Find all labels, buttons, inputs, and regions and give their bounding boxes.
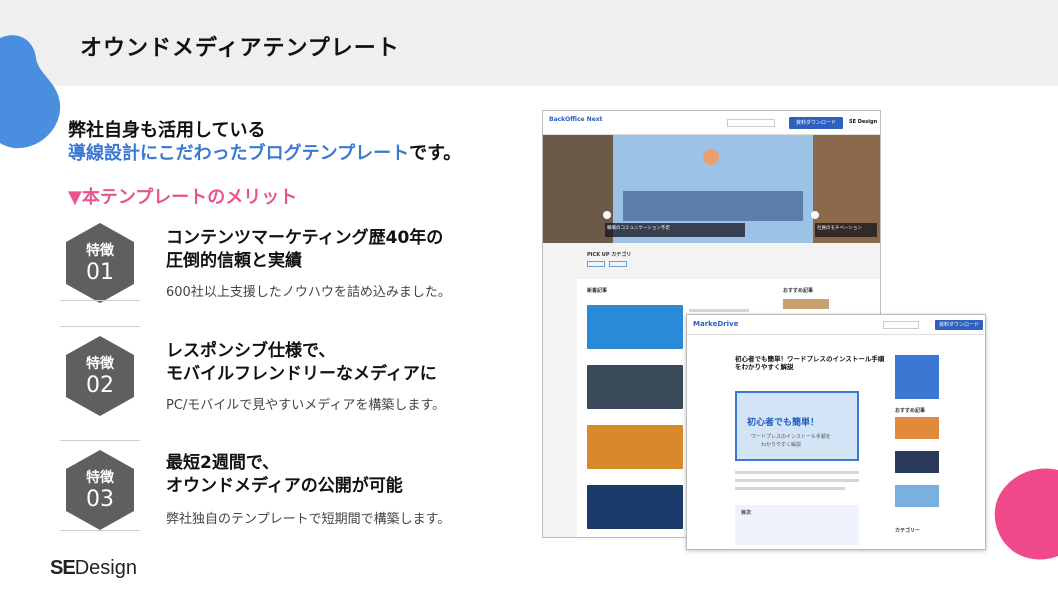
category-heading: カテゴリー	[895, 528, 921, 534]
badge-label: 特徴	[86, 470, 114, 486]
lead-suffix: です。	[409, 143, 462, 164]
feature-title-line1: レスポンシブ仕様で、	[166, 341, 336, 361]
article-thumbnail[interactable]	[587, 365, 683, 409]
recommended-thumbnail[interactable]	[783, 299, 829, 309]
search-input[interactable]	[727, 119, 775, 127]
banner-subtitle: ワードプレスのインストール手順を	[751, 434, 831, 440]
brand-logo: SE Design	[849, 119, 878, 125]
pickup-heading: PICK UP カテゴリ	[587, 252, 632, 258]
feature-title-line2: モバイルフレンドリーなメディアに	[166, 364, 437, 384]
toc-heading: 目次	[741, 510, 752, 516]
logo-light: Design	[74, 557, 137, 579]
feature-badge-02: 特徴 02	[64, 336, 136, 416]
badge-number: 02	[86, 373, 114, 398]
site-header: BackOffice Next 資料ダウンロード SE Design	[543, 111, 880, 135]
sidebar-thumbnail[interactable]	[895, 451, 939, 473]
page-title: オウンドメディアテンプレート	[80, 36, 400, 61]
feature-description: 600社以上支援したノウハウを詰め込みました。	[166, 285, 451, 300]
feature-divider	[60, 326, 140, 327]
carousel-next-button[interactable]	[811, 211, 819, 219]
article-thumbnail[interactable]	[587, 305, 683, 349]
sidebar-heading: おすすめ記事	[895, 408, 926, 414]
blue-blob-decoration	[0, 35, 61, 149]
body-text-line	[735, 487, 845, 490]
pink-blob-decoration	[994, 468, 1058, 560]
feature-divider	[60, 300, 140, 301]
article-thumbnail[interactable]	[587, 425, 683, 469]
feature-description: 弊社独自のテンプレートで短期間で構築します。	[166, 512, 451, 527]
banner-title: 初心者でも簡単！	[747, 418, 820, 428]
feature-divider	[60, 440, 140, 441]
body-text-line	[735, 471, 859, 474]
sidebar-thumbnail[interactable]	[895, 485, 939, 507]
article-banner: 初心者でも簡単！ ワードプレスのインストール手順を わかりやすく解説	[735, 391, 859, 461]
article-title: 初心者でも簡単！ワードプレスのインストール手順をわかりやすく解説	[735, 355, 885, 371]
search-input[interactable]	[883, 321, 919, 329]
hero-carousel: 職場のコミュニケーション不足 社員のモチベーション	[543, 135, 880, 243]
category-chip[interactable]	[587, 261, 605, 267]
feature-title-line2: 圧倒的信頼と実績	[166, 251, 302, 271]
hero-image-left	[543, 135, 613, 243]
carousel-prev-button[interactable]	[603, 211, 611, 219]
article-title-line	[689, 309, 749, 312]
lead-highlight: 導線設計にこだわったブログテンプレート	[68, 143, 410, 164]
site-header: MarkeDrive 資料ダウンロード	[687, 315, 985, 335]
banner-subtitle: わかりやすく解説	[761, 442, 802, 448]
hero-desk-illustration	[623, 191, 803, 221]
feature-title-line1: 最短2週間で、	[166, 453, 280, 473]
badge-label: 特徴	[86, 356, 114, 372]
template-screenshot-article: MarkeDrive 資料ダウンロード 初心者でも簡単！ワードプレスのインストー…	[686, 314, 986, 550]
hero-caption[interactable]: 職場のコミュニケーション不足	[605, 223, 745, 237]
badge-number: 01	[86, 260, 114, 285]
new-articles-heading: 新着記事	[587, 288, 608, 294]
body-text-line	[735, 479, 859, 482]
site-logo: MarkeDrive	[693, 320, 739, 328]
feature-title-line1: コンテンツマーケティング歴40年の	[166, 228, 444, 248]
feature-badge-03: 特徴 03	[64, 450, 136, 530]
category-chip[interactable]	[609, 261, 627, 267]
recommended-heading: おすすめ記事	[783, 288, 814, 294]
sidebar-thumbnail[interactable]	[895, 417, 939, 439]
company-logo: SEDesign	[50, 557, 137, 580]
feature-title: レスポンシブ仕様で、モバイルフレンドリーなメディアに	[166, 340, 437, 386]
download-button[interactable]: 資料ダウンロード	[935, 320, 983, 330]
article-thumbnail[interactable]	[587, 485, 683, 529]
table-of-contents: 目次	[735, 505, 859, 545]
feature-title: コンテンツマーケティング歴40年の 圧倒的信頼と実績	[166, 227, 443, 273]
hero-caption[interactable]: 社員のモチベーション	[815, 223, 877, 237]
site-logo: BackOffice Next	[549, 116, 603, 123]
feature-title: 最短2週間で、オウンドメディアの公開が可能	[166, 452, 403, 498]
badge-number: 03	[86, 487, 114, 512]
logo-bold: SE	[50, 557, 76, 579]
download-button[interactable]: 資料ダウンロード	[789, 117, 843, 129]
feature-description: PC/モバイルで見やすいメディアを構築します。	[166, 398, 446, 413]
feature-title-line2: オウンドメディアの公開が可能	[166, 476, 403, 496]
hero-figure	[703, 149, 719, 165]
lead-line-2: 導線設計にこだわったブログテンプレートです。	[68, 139, 461, 165]
badge-label: 特徴	[86, 243, 114, 259]
merit-heading: ▼本テンプレートのメリット	[68, 187, 298, 208]
slide: オウンドメディアテンプレート 弊社自身も活用している 導線設計にこだわったブログ…	[0, 0, 1058, 596]
feature-divider	[60, 530, 140, 531]
sidebar-ad[interactable]	[895, 355, 939, 399]
feature-badge-01: 特徴 01	[64, 223, 136, 303]
